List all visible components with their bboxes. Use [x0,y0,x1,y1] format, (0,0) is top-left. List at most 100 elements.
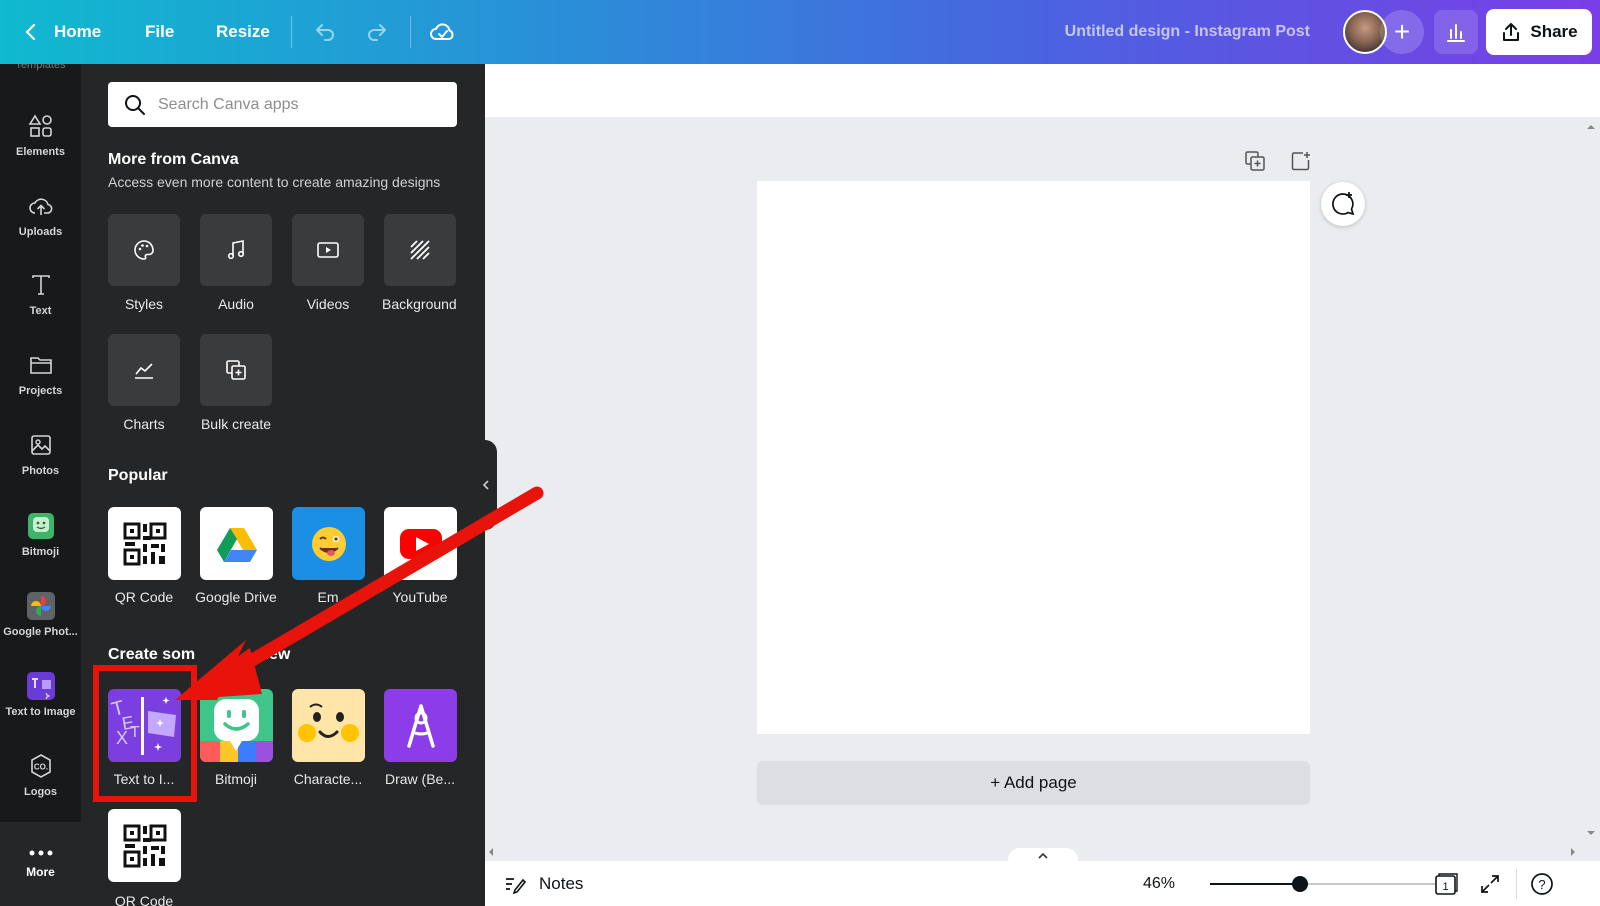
app-qr-code-2[interactable] [108,809,181,882]
page-count: 1 [1442,881,1448,893]
tile-bulk-create[interactable] [200,334,272,406]
rail-item-text-to-image[interactable]: Text to Image [0,660,81,730]
tile-audio[interactable] [200,214,272,286]
app-youtube[interactable] [384,507,457,580]
left-rail: Templates Elements Uploads Text Projects… [0,64,81,906]
section-subtitle: Access even more content to create amazi… [108,174,441,190]
rail-item-templates-cut[interactable]: Templates [0,64,81,78]
file-menu-button[interactable]: File [145,0,174,64]
chevron-left-icon [25,23,36,41]
tile-label: Videos [306,296,350,312]
rail-label: Logos [24,786,57,798]
notes-button[interactable]: Notes [503,861,583,906]
rail-label: Google Phot... [3,626,78,638]
bottom-bar: Notes 46% 1 ? [485,861,1600,906]
section-title-more-from-canva: More from Canva [108,151,239,168]
google-photos-icon [26,592,55,620]
duplicate-icon [1245,151,1265,171]
add-page-icon-button[interactable] [1290,150,1312,177]
tile-styles[interactable] [108,214,180,286]
zoom-slider-fill [1210,883,1300,885]
search-box[interactable] [108,82,457,127]
rail-item-projects[interactable]: Projects [0,339,81,409]
bulk-create-icon [226,360,246,380]
rail-item-google-photos[interactable]: Google Phot... [0,580,81,650]
page-view-button[interactable]: 1 [1433,861,1459,906]
tile-label: Em [317,589,339,605]
back-home-button[interactable]: Home [22,0,101,64]
rail-item-text[interactable]: Text [0,259,81,329]
rail-item-bitmoji[interactable]: Bitmoji [0,500,81,570]
rail-item-uploads[interactable]: Uploads [0,180,81,250]
fullscreen-button[interactable] [1478,861,1502,906]
toolbar-divider [410,16,411,48]
app-draw[interactable] [384,689,457,762]
palette-icon [134,240,154,260]
add-page-icon [1291,152,1310,171]
logos-icon: CO. [27,752,55,780]
qr-code-icon [123,522,166,565]
rail-label: Projects [18,385,63,397]
search-input[interactable] [158,95,438,114]
section-title-popular: Popular [108,467,168,484]
vertical-scrollbar[interactable] [1582,117,1600,847]
duplicate-page-button[interactable] [1244,150,1266,177]
rail-item-more[interactable]: More [0,822,81,906]
share-button[interactable]: Share [1486,9,1592,55]
tile-label: Styles [124,296,164,312]
svg-text:CO.: CO. [33,763,47,772]
add-comment-button[interactable] [1321,182,1365,226]
app-bitmoji[interactable] [200,689,273,762]
zoom-slider[interactable] [1210,876,1435,892]
elements-icon [27,112,55,140]
rail-item-elements[interactable]: Elements [0,100,81,170]
pen-nib-icon [406,703,435,748]
share-label: Share [1530,22,1578,41]
cloud-check-icon [430,23,454,40]
rail-item-photos[interactable]: Photos [0,419,81,489]
app-emoji[interactable] [292,507,365,580]
rail-item-logos[interactable]: CO. Logos [0,740,81,810]
app-character-builder[interactable] [292,689,365,762]
rail-label: Text to Image [5,706,76,718]
home-label: Home [54,22,102,41]
app-qr-code[interactable] [108,507,181,580]
section-title-part: new [259,646,291,663]
expand-icon [1481,874,1499,893]
collapse-panel-button[interactable] [475,440,497,530]
rail-label: Text [29,305,52,317]
tile-videos[interactable] [292,214,364,286]
upload-share-icon [1503,23,1520,41]
design-page[interactable] [757,181,1310,734]
tile-label: QR Code [114,893,174,906]
section-title-part: Create som [108,646,196,663]
zoom-slider-handle[interactable] [1292,876,1308,892]
invite-button[interactable]: + [1380,10,1424,54]
redo-button[interactable] [365,0,389,64]
bitmoji-icon [27,512,55,540]
help-button[interactable]: ? [1529,861,1555,906]
show-pages-toggle[interactable] [1008,848,1078,862]
undo-button[interactable] [313,0,337,64]
rail-label: Elements [16,146,65,158]
app-google-drive[interactable] [200,507,273,580]
google-drive-icon [216,527,257,562]
scroll-left-arrow-icon [489,848,493,856]
search-icon [125,94,145,115]
insights-button[interactable] [1434,10,1478,54]
bar-chart-icon [1447,24,1465,42]
character-face-icon [298,703,359,742]
help-icon: ? [1531,872,1553,895]
zoom-value[interactable]: 46% [1143,861,1175,906]
text-icon [27,271,55,299]
tile-charts[interactable] [108,334,180,406]
tile-background[interactable] [384,214,456,286]
tile-label: Bitmoji [214,771,257,787]
save-status-button[interactable] [429,0,457,64]
resize-button[interactable]: Resize [216,0,270,64]
rail-label: Bitmoji [21,546,60,558]
canvas-toolbar-area [485,64,1600,117]
add-page-button[interactable]: + Add page [757,761,1310,805]
tile-label: Draw (Be... [384,771,455,787]
design-title[interactable]: Untitled design - Instagram Post [1065,0,1310,64]
